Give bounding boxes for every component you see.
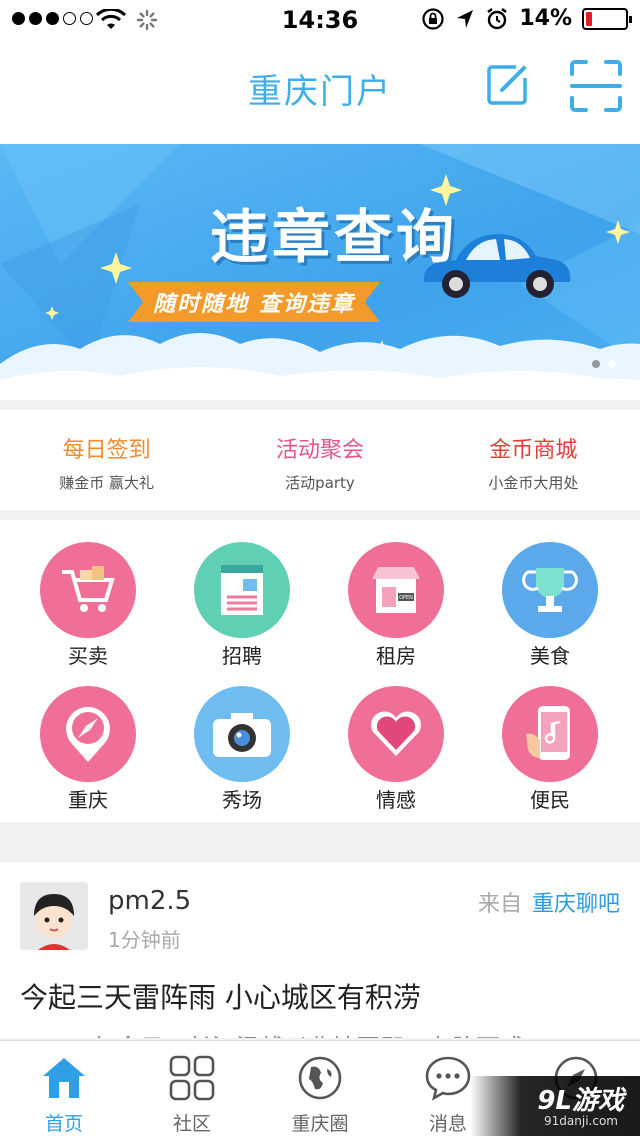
- grid-item-label: 美食: [530, 644, 570, 668]
- category-grid: 买卖 招聘 OPEN 租房 美食 重庆 秀场 情感 便民: [0, 520, 640, 822]
- alarm-icon: [487, 7, 508, 29]
- scan-icon[interactable]: [570, 60, 622, 112]
- avatar[interactable]: [20, 882, 88, 950]
- tab-chongqing-circle[interactable]: 重庆圈: [256, 1041, 384, 1136]
- page-title: 重庆门户: [248, 72, 392, 112]
- watermark-logo: 9L游戏: [537, 1086, 624, 1116]
- promo-banner[interactable]: 违章查询 随时随地 查询违章: [0, 144, 640, 400]
- grid-item-label: 便民: [530, 788, 570, 812]
- battery-percent: 14%: [519, 6, 572, 31]
- quick-link-title: 活动聚会: [275, 438, 364, 463]
- grid-item-emotion[interactable]: 情感: [316, 686, 476, 813]
- quick-links: 每日签到 赚金币 赢大礼 活动聚会 活动party 金币商城 小金币大用处: [0, 410, 640, 510]
- grid-item-show[interactable]: 秀场: [162, 686, 322, 813]
- grid-item-label: 情感: [376, 788, 416, 812]
- tab-label: 社区: [172, 1113, 211, 1135]
- grid-item-label: 重庆: [68, 788, 108, 812]
- post-username[interactable]: pm2.5: [108, 886, 191, 916]
- quick-link-title: 金币商城: [489, 438, 578, 463]
- post-excerpt: 三三三年今日，长江汛线以北地区即三有阵雨或: [20, 1028, 524, 1038]
- banner-slogan: 随时随地 查询违章: [153, 292, 355, 317]
- quick-link-subtitle: 活动party: [285, 474, 355, 492]
- heart-icon: [348, 686, 444, 782]
- svg-text:OPEN: OPEN: [399, 595, 413, 601]
- quick-link-shop[interactable]: 金币商城 小金币大用处: [427, 410, 640, 510]
- grid-item-label: 买卖: [68, 644, 108, 668]
- grid-item-rent[interactable]: OPEN 租房: [316, 542, 476, 669]
- grid-item-label: 招聘: [222, 644, 262, 668]
- quick-link-events[interactable]: 活动聚会 活动party: [213, 410, 426, 510]
- grid-item-label: 租房: [376, 644, 416, 668]
- globe-icon: [256, 1053, 384, 1103]
- cart-icon: [40, 542, 136, 638]
- quick-link-subtitle: 赚金币 赢大礼: [59, 474, 155, 492]
- grid-item-buy-sell[interactable]: 买卖: [8, 542, 168, 669]
- battery-icon: [582, 7, 632, 30]
- trophy-icon: [502, 542, 598, 638]
- shop-icon: OPEN: [348, 542, 444, 638]
- post-source: 来自 重庆聊吧: [478, 886, 620, 918]
- tab-community[interactable]: 社区: [128, 1041, 256, 1136]
- grid-item-label: 秀场: [222, 788, 262, 812]
- camera-icon: [194, 686, 290, 782]
- tab-label: 重庆圈: [291, 1113, 349, 1135]
- location-icon: [457, 9, 474, 28]
- watermark-site: 91danji.com: [544, 1114, 618, 1128]
- phone-icon: [502, 686, 598, 782]
- home-icon: [0, 1053, 128, 1103]
- grid-item-food[interactable]: 美食: [470, 542, 630, 669]
- watermark: 9L游戏 91danji.com: [470, 1076, 640, 1136]
- post-source-label: 来自: [477, 892, 522, 917]
- document-icon: [194, 542, 290, 638]
- grid-item-chongqing[interactable]: 重庆: [8, 686, 168, 813]
- banner-pager: [592, 360, 616, 368]
- tab-home[interactable]: 首页: [0, 1041, 128, 1136]
- quick-link-checkin[interactable]: 每日签到 赚金币 赢大礼: [0, 410, 213, 510]
- edit-icon[interactable]: [486, 64, 528, 106]
- quick-link-subtitle: 小金币大用处: [488, 474, 579, 492]
- grid-item-jobs[interactable]: 招聘: [162, 542, 322, 669]
- car-icon: [423, 234, 571, 298]
- grid-item-convenience[interactable]: 便民: [470, 686, 630, 813]
- nav-bar: 重庆门户: [0, 40, 640, 144]
- quick-link-title: 每日签到: [62, 438, 151, 463]
- post-time: 1分钟前: [108, 928, 181, 952]
- feed-post[interactable]: pm2.5 1分钟前 来自重庆聊吧 今起三天雷阵雨 小心城区有积涝 三三三年今日…: [0, 862, 640, 1038]
- post-source-link[interactable]: 重庆聊吧: [532, 892, 620, 917]
- grid-icon: [128, 1053, 256, 1103]
- post-headline[interactable]: 今起三天雷阵雨 小心城区有积涝: [20, 976, 421, 1016]
- rotation-lock-icon: [422, 7, 444, 30]
- compass-icon: [40, 686, 136, 782]
- tab-label: 首页: [44, 1113, 83, 1135]
- status-bar: 14:36 14%: [0, 0, 640, 40]
